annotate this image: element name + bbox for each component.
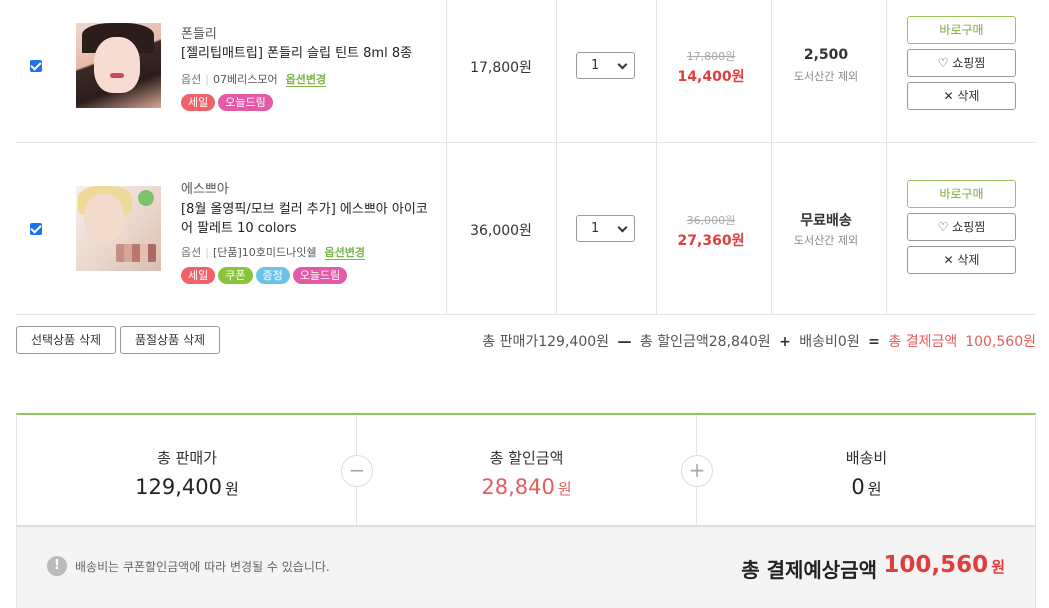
chevron-down-icon <box>617 59 628 70</box>
buy-now-button[interactable]: 바로구매 <box>907 180 1016 208</box>
discount-total-col: 총 할인금액 28,840 원 <box>356 415 696 525</box>
product-option: 옵션 | 07베리스모어 옵션변경 <box>181 73 327 87</box>
sales-total-label: 총 판매가 <box>157 449 217 467</box>
divider <box>556 143 557 314</box>
divider <box>886 143 887 314</box>
summary-total-value: 100,560원 <box>965 334 1036 350</box>
tag-today-delivery: 오늘드림 <box>218 94 273 111</box>
option-value: 07베리스모어 <box>212 73 278 86</box>
summary-shipping: 배송비0원 <box>799 334 860 350</box>
original-price: 36,000원 <box>686 214 736 227</box>
divider <box>556 0 557 142</box>
delete-item-button[interactable]: ✕ 삭제 <box>907 82 1016 110</box>
tag-gift: 증정 <box>255 267 290 284</box>
order-summary-box: 총 판매가 129,400 원 총 할인금액 28,840 원 배송비 0원 − + <box>16 413 1036 527</box>
sales-total-col: 총 판매가 129,400 원 <box>17 415 357 525</box>
tag-today-delivery: 오늘드림 <box>292 267 348 284</box>
product-name[interactable]: [8월 올영픽/모브 컬러 추가] 에스쁘아 아이코어 팔레트 10 color… <box>181 200 431 238</box>
tag-coupon: 쿠폰 <box>218 267 253 284</box>
payment-footer: ! 배송비는 쿠폰할인금액에 따라 변경될 수 있습니다. 총 결제예상금액 1… <box>16 527 1036 608</box>
product-brand[interactable]: 에스쁘아 <box>181 178 229 197</box>
minus-sign: — <box>617 334 632 350</box>
sale-price: 14,400원 <box>677 69 745 85</box>
shipping-total-label: 배송비 <box>845 449 888 467</box>
grand-total-value: 100,560 <box>883 552 989 578</box>
info-icon: ! <box>47 556 67 576</box>
price-summary-line: 총 판매가129,400원 — 총 할인금액28,840원 + 배송비0원 = … <box>482 331 1036 351</box>
option-change-link[interactable]: 옵션변경 <box>285 73 327 87</box>
original-price: 17,800원 <box>686 50 736 63</box>
delete-item-button[interactable]: ✕ 삭제 <box>907 246 1016 274</box>
shipping-note: 도서산간 제외 <box>793 70 859 83</box>
quantity-select[interactable]: 1 <box>576 52 635 79</box>
product-name[interactable]: [젤리팁매트립] 폰들리 슬립 틴트 8ml 8종 <box>181 44 431 63</box>
tag-sale: 세일 <box>181 267 216 284</box>
summary-sales: 총 판매가129,400원 <box>482 334 610 350</box>
item-checkbox[interactable] <box>30 60 42 72</box>
quantity-select[interactable]: 1 <box>576 215 635 242</box>
quantity-value: 1 <box>591 58 600 73</box>
plus-circle-icon: + <box>681 455 713 487</box>
item-checkbox[interactable] <box>30 223 42 235</box>
divider <box>656 143 657 314</box>
sale-price: 27,360원 <box>677 233 745 249</box>
sales-total-amount: 129,400 원 <box>17 475 357 499</box>
shipping-total-value: 0 <box>851 475 865 499</box>
currency-unit: 원 <box>557 480 572 498</box>
product-brand[interactable]: 폰들리 <box>181 23 217 42</box>
equals-sign: = <box>868 334 880 350</box>
quantity-value: 1 <box>591 221 600 236</box>
plus-sign: + <box>779 334 791 350</box>
product-price: 17,800원 <box>470 60 532 76</box>
grand-total-label: 총 결제예상금액 <box>741 558 877 582</box>
discount-total-amount: 28,840 원 <box>357 475 696 499</box>
chevron-down-icon <box>617 222 628 233</box>
option-value: [단품]10호미드나잇쉘 <box>212 246 317 259</box>
wishlist-button[interactable]: ♡ 쇼핑찜 <box>907 49 1016 77</box>
shipping-total-amount: 0원 <box>697 475 1036 499</box>
product-thumbnail[interactable] <box>76 23 161 108</box>
product-tags: 세일 오늘드림 <box>181 94 273 111</box>
currency-unit: 원 <box>867 480 882 498</box>
currency-unit: 원 <box>225 480 239 498</box>
currency-unit: 원 <box>991 558 1005 576</box>
shipping-total-col: 배송비 0원 <box>696 415 1036 525</box>
product-price: 36,000원 <box>470 223 532 239</box>
product-tags: 세일 쿠폰 증정 오늘드림 <box>181 267 348 284</box>
product-option: 옵션 | [단품]10호미드나잇쉘 옵션변경 <box>181 246 365 260</box>
option-label: 옵션 <box>181 73 202 86</box>
option-label: 옵션 <box>181 246 202 259</box>
cart-item-row: 에스쁘아 [8월 올영픽/모브 컬러 추가] 에스쁘아 아이코어 팔레트 10 … <box>16 143 1036 315</box>
delete-soldout-button[interactable]: 품절상품 삭제 <box>120 326 220 354</box>
minus-circle-icon: − <box>341 455 373 487</box>
cart-item-row: 폰들리 [젤리팁매트립] 폰들리 슬립 틴트 8ml 8종 옵션 | 07베리스모어… <box>16 0 1036 143</box>
buy-now-button[interactable]: 바로구매 <box>907 16 1016 44</box>
shipping-fee: 2,500 <box>803 47 849 63</box>
shipping-note: 도서산간 제외 <box>793 234 859 247</box>
summary-discount: 총 할인금액28,840원 <box>639 334 771 350</box>
option-change-link[interactable]: 옵션변경 <box>324 246 365 260</box>
cart-table: 폰들리 [젤리팁매트립] 폰들리 슬립 틴트 8ml 8종 옵션 | 07베리스모어… <box>16 0 1036 315</box>
summary-total-label: 총 결제금액 <box>888 334 958 350</box>
discount-total-value: 28,840 <box>481 475 555 499</box>
discount-total-label: 총 할인금액 <box>489 449 564 467</box>
wishlist-button[interactable]: ♡ 쇼핑찜 <box>907 213 1016 241</box>
product-thumbnail[interactable] <box>76 186 161 271</box>
tag-sale: 세일 <box>181 94 216 111</box>
delete-selected-button[interactable]: 선택상품 삭제 <box>16 326 116 354</box>
shipping-notice: 배송비는 쿠폰할인금액에 따라 변경될 수 있습니다. <box>75 560 330 574</box>
sales-total-value: 129,400 <box>135 475 223 499</box>
grand-total-amount: 100,560 원 <box>883 552 1005 578</box>
divider <box>886 0 887 142</box>
shipping-fee: 무료배송 <box>800 213 852 229</box>
